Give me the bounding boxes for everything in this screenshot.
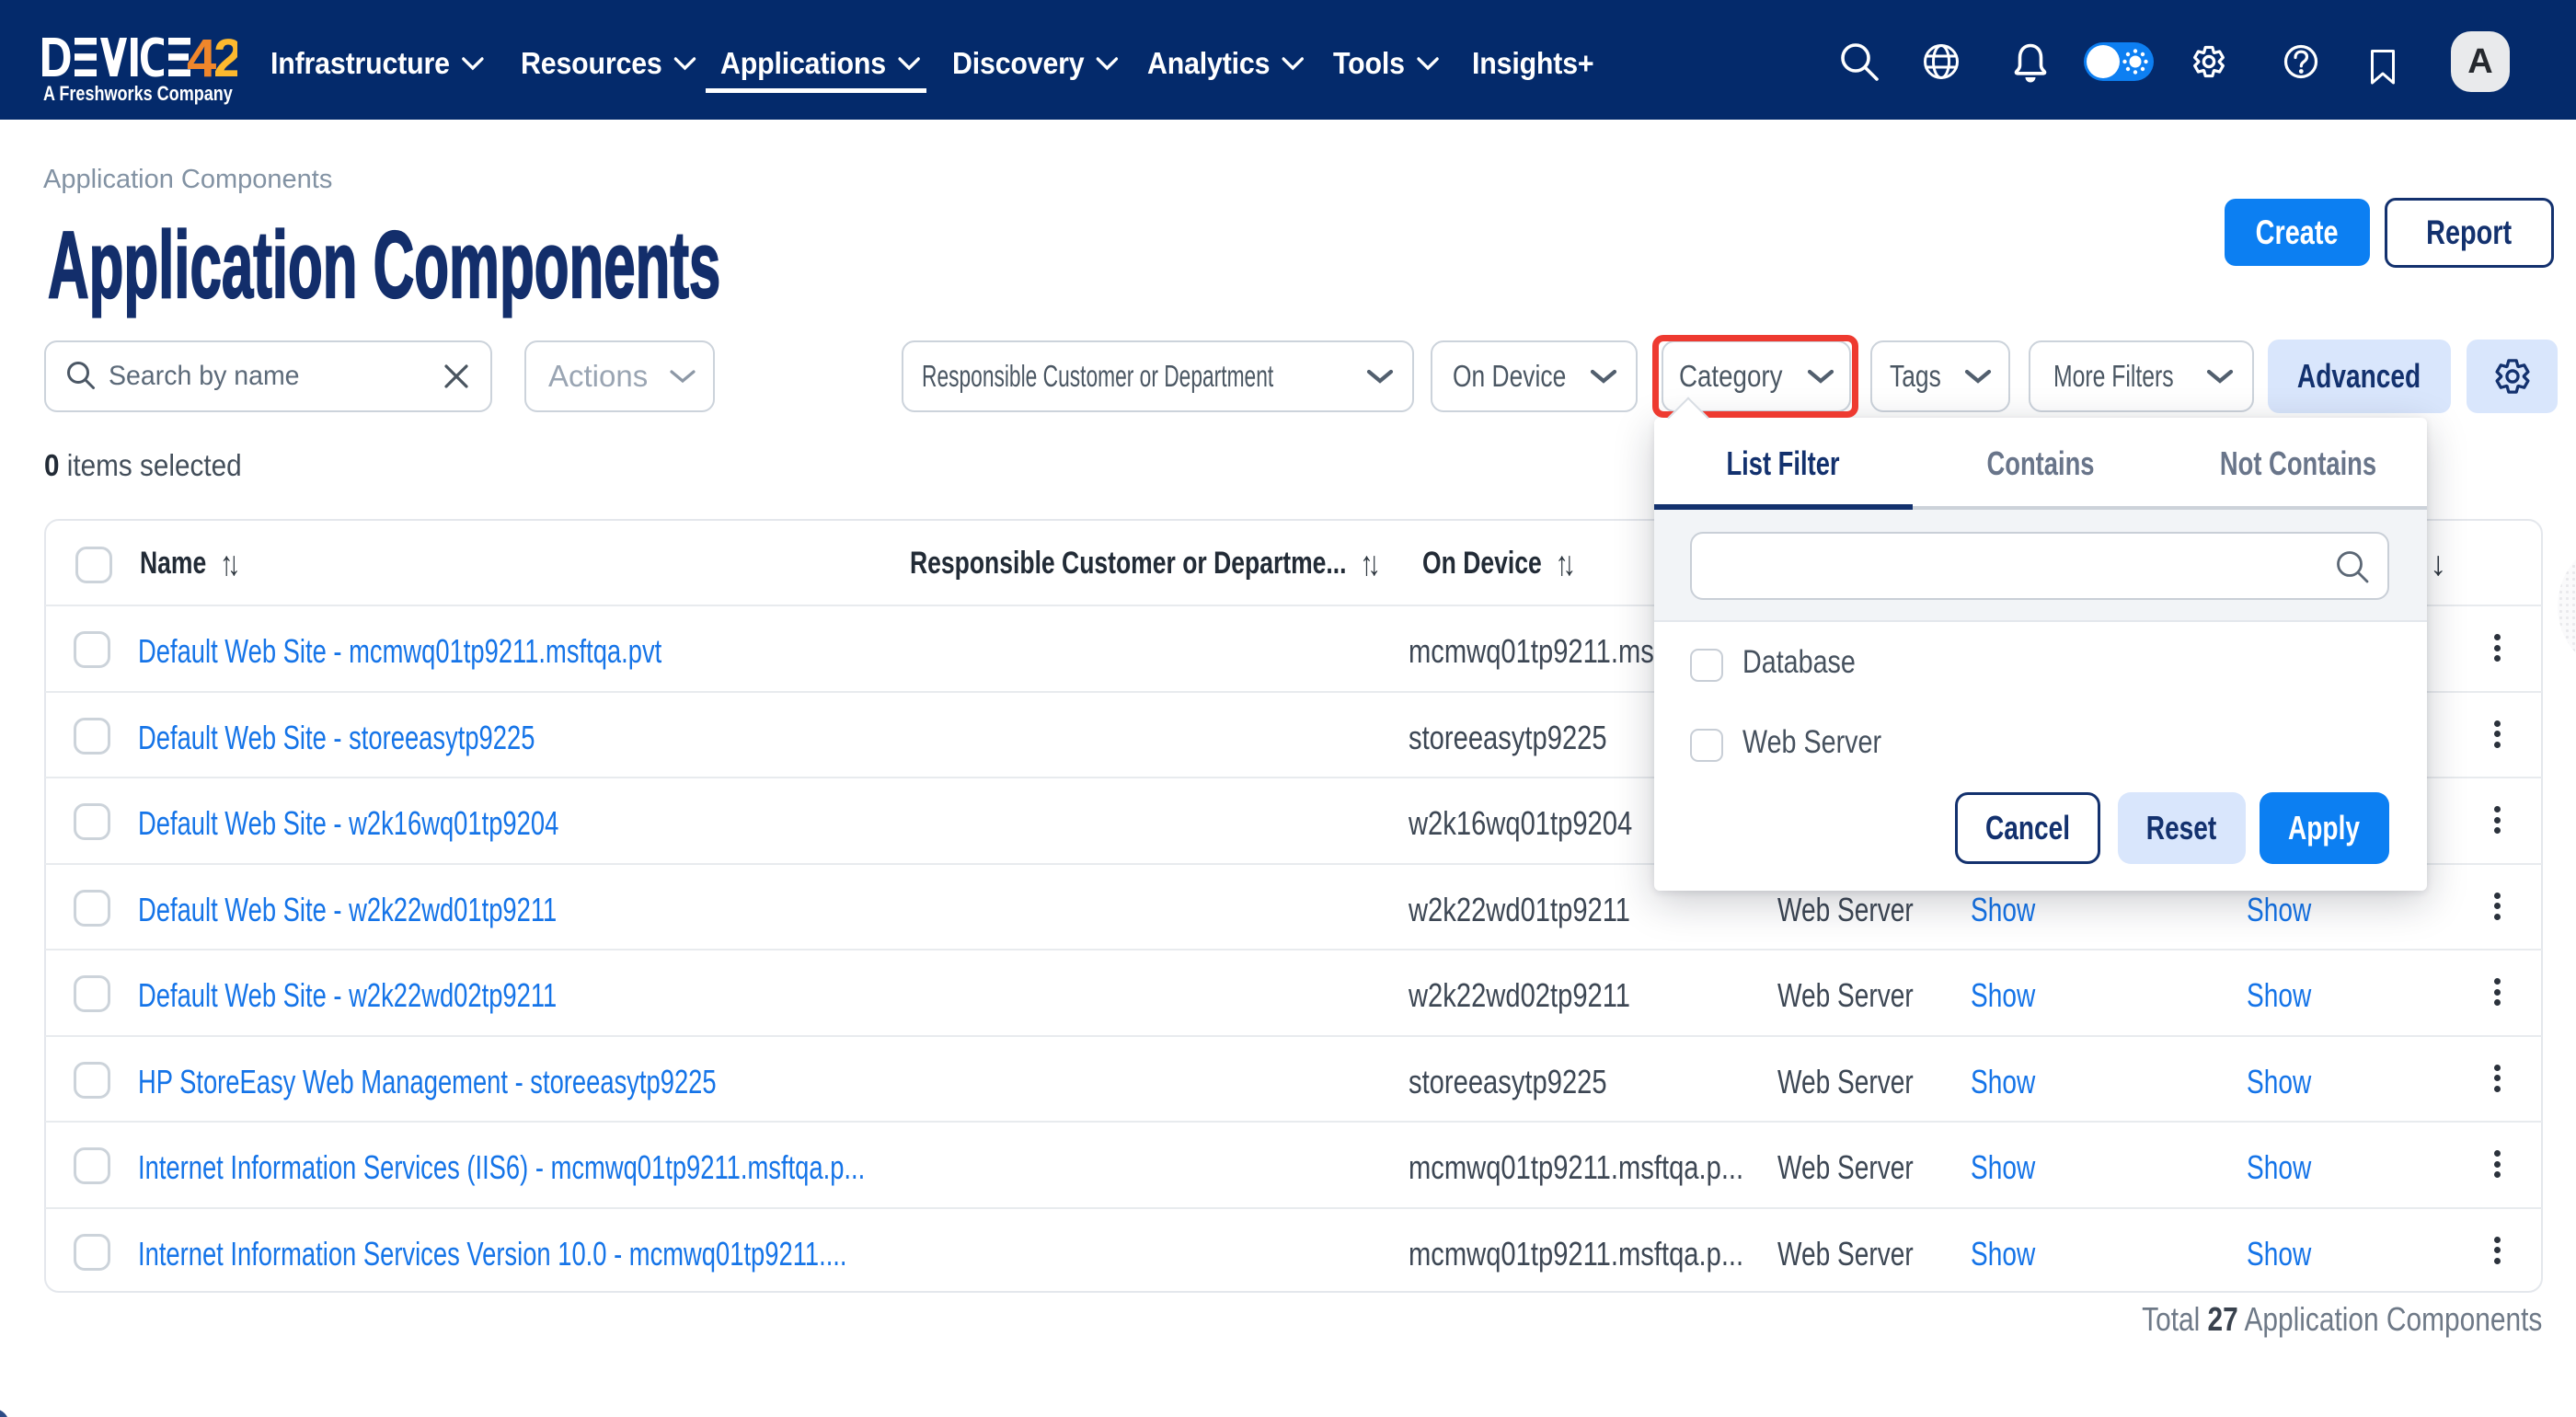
- svg-text:4: 4: [187, 37, 216, 78]
- svg-text:2: 2: [213, 37, 237, 78]
